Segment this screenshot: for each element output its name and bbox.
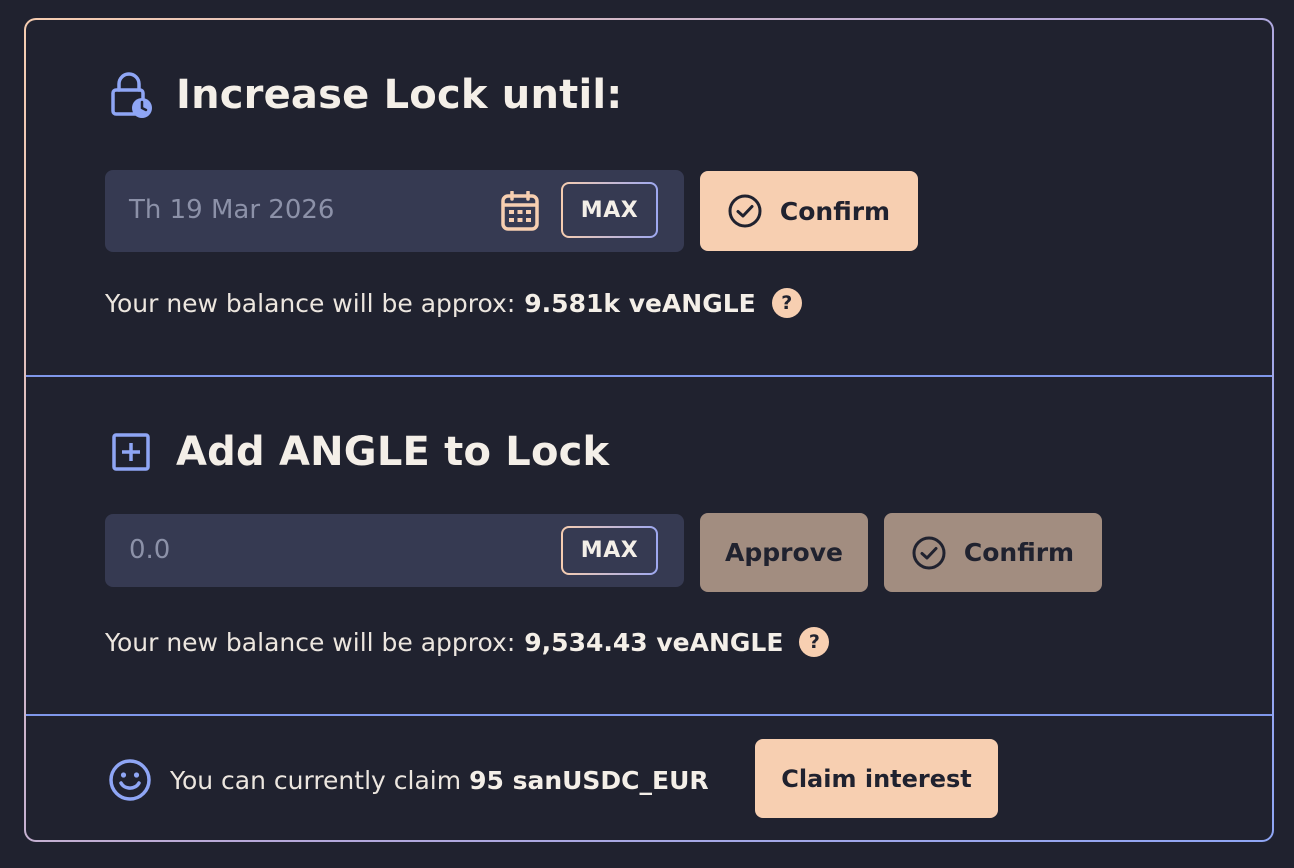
angle-balance-prefix: Your new balance will be approx: (105, 627, 516, 657)
increase-lock-header: Increase Lock until: (108, 72, 622, 118)
question-icon[interactable]: ? (771, 288, 802, 318)
add-angle-header: Add ANGLE to Lock (108, 429, 609, 475)
add-angle-title: Add ANGLE to Lock (176, 429, 610, 475)
lock-balance-value: 9.581k veANGLE (524, 288, 756, 318)
angle-confirm-label: Confirm (963, 538, 1075, 567)
angle-confirm-button[interactable]: Confirm (884, 513, 1102, 592)
lock-panel: Increase Lock until: Th 19 Mar 2026 MAX … (24, 18, 1274, 842)
approve-button[interactable]: Approve (700, 513, 868, 592)
lock-date-value: Th 19 Mar 2026 (129, 195, 335, 225)
check-circle-icon (728, 194, 762, 228)
lock-balance-prefix: Your new balance will be approx: (105, 288, 516, 318)
plus-square-icon (108, 429, 154, 475)
lock-panel-inner: Increase Lock until: Th 19 Mar 2026 MAX … (26, 20, 1272, 840)
increase-lock-section: Increase Lock until: Th 19 Mar 2026 MAX … (26, 20, 1272, 375)
angle-max-button[interactable]: MAX (561, 526, 658, 575)
calendar-icon[interactable] (501, 190, 539, 235)
lock-max-button[interactable]: MAX (561, 182, 658, 238)
lock-confirm-button[interactable]: Confirm (700, 171, 918, 251)
angle-balance-value: 9,534.43 veANGLE (524, 627, 784, 657)
lock-balance-line: Your new balance will be approx: 9.581k … (105, 288, 802, 318)
lock-confirm-label: Confirm (779, 196, 891, 226)
check-circle-icon (912, 536, 946, 570)
increase-lock-title: Increase Lock until: (176, 72, 623, 118)
lock-clock-icon (108, 72, 154, 118)
add-angle-section: Add ANGLE to Lock 0.0 MAX Approve Confir… (26, 377, 1272, 714)
claim-amount: 95 sanUSDC_EUR (469, 765, 709, 795)
angle-balance-line: Your new balance will be approx: 9,534.4… (105, 627, 830, 657)
angle-amount-placeholder: 0.0 (129, 535, 171, 565)
claim-line: You can currently claim 95 sanUSDC_EUR (108, 758, 709, 802)
lock-date-input[interactable]: Th 19 Mar 2026 MAX (105, 170, 684, 252)
question-icon[interactable]: ? (799, 627, 830, 657)
claim-interest-button[interactable]: Claim interest (755, 739, 998, 818)
smile-icon (108, 758, 152, 802)
claim-prefix: You can currently claim (170, 765, 462, 795)
claim-section: You can currently claim 95 sanUSDC_EUR C… (26, 716, 1272, 840)
angle-amount-input[interactable]: 0.0 MAX (105, 514, 684, 587)
